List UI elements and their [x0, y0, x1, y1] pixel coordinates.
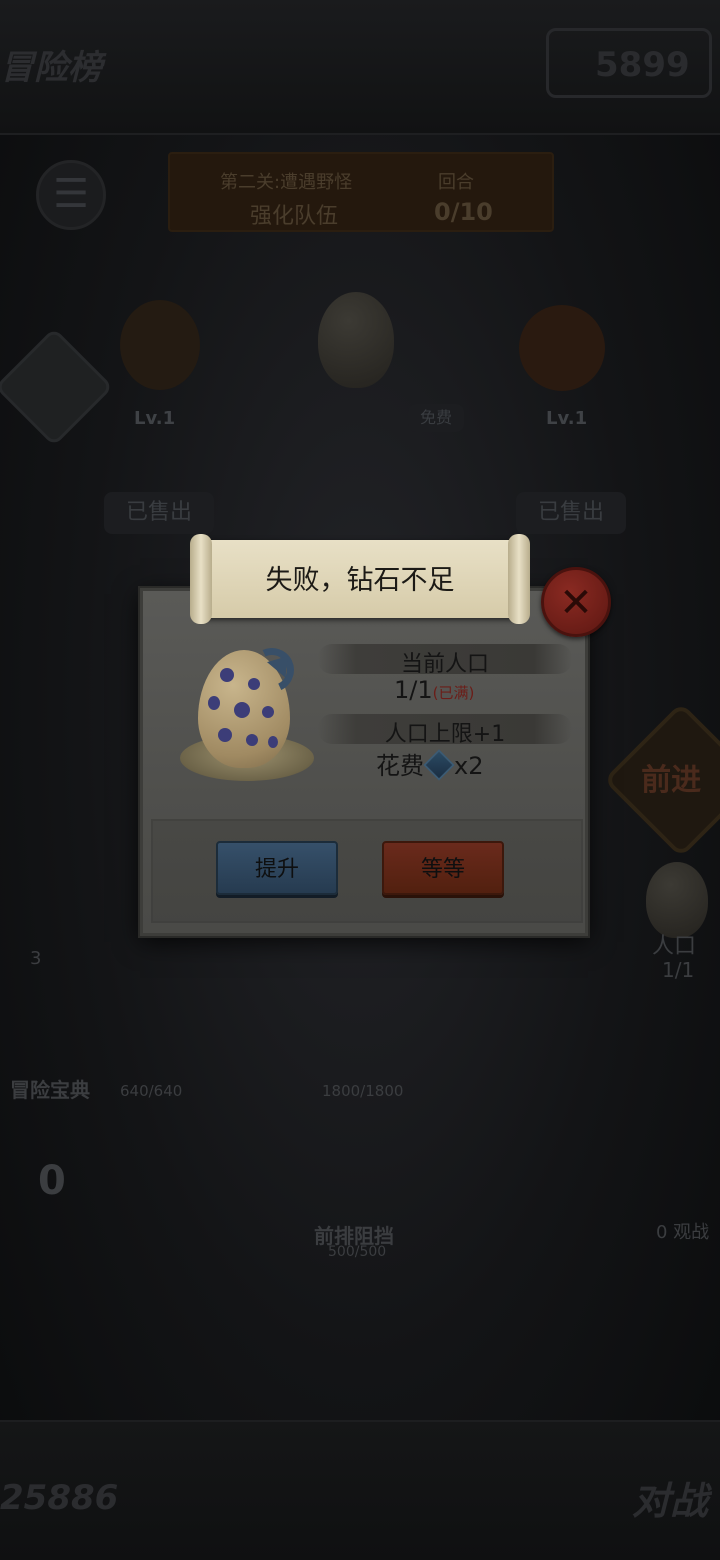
cost-row: 花费 x2	[376, 746, 483, 781]
sold-right-badge: 已售出	[516, 492, 626, 534]
stage-task: 强化队伍	[250, 204, 339, 229]
bottom-left-value[interactable]: 25886	[0, 1478, 118, 1518]
population-value: 1/1	[662, 958, 695, 982]
shop-slot-armor[interactable]	[110, 300, 210, 400]
slot-right-level: Lv.1	[546, 408, 588, 429]
upgrade-button[interactable]: 提升	[216, 841, 338, 895]
cost-amount: x2	[454, 752, 484, 780]
close-button[interactable]: ✕	[541, 567, 611, 637]
top-bar: 冒险榜 5899	[0, 0, 720, 135]
wait-button[interactable]: 等等	[382, 841, 504, 895]
dialog-title-scroll: 失败，钻石不足	[190, 534, 530, 624]
unit2-hp: 1800/1800	[322, 1082, 404, 1100]
upgrade-label: 人口上限+1	[384, 722, 506, 747]
currency-counter[interactable]: 5899	[546, 28, 712, 98]
shop-slot-scroll[interactable]	[512, 305, 612, 405]
chat-icon[interactable]	[0, 327, 114, 447]
stage-title: 第二关:遭遇野怪	[220, 172, 353, 193]
sold-left-badge: 已售出	[104, 492, 214, 534]
stage-banner: 第二关:遭遇野怪 强化队伍 回合 0/10	[168, 152, 554, 232]
close-icon: ✕	[559, 580, 593, 626]
slot-left-level: Lv.1	[134, 408, 176, 429]
apple-count: 3	[30, 948, 42, 969]
dialog-title: 失败，钻石不足	[265, 565, 455, 596]
current-population-value: 1/1	[394, 676, 433, 704]
population-egg-icon	[646, 862, 708, 938]
current-population-row: 1/1(已满)	[394, 676, 474, 704]
bottom-right-label[interactable]: 对战	[632, 1470, 708, 1525]
spectate-label[interactable]: 0 观战	[656, 1218, 709, 1244]
front-block-hp: 500/500	[328, 1244, 387, 1260]
forward-label: 前进	[641, 763, 702, 799]
round-value: 0/10	[434, 198, 493, 226]
cost-label: 花费	[376, 752, 424, 780]
forward-button[interactable]: 前进	[603, 702, 720, 858]
egg-icon[interactable]	[318, 292, 394, 388]
population-full-tag: (已满)	[432, 684, 475, 702]
currency-value: 5899	[595, 45, 690, 85]
top-left-label[interactable]: 冒险榜	[0, 40, 102, 89]
diamond-icon	[423, 749, 455, 781]
bag-count[interactable]: 0	[38, 1158, 66, 1204]
current-population-label: 当前人口	[400, 652, 489, 677]
guide-label[interactable]: 冒险宝典	[10, 1074, 90, 1103]
armor-icon	[120, 300, 200, 390]
menu-icon[interactable]: ☰	[36, 160, 106, 230]
unit1-hp: 640/640	[120, 1082, 183, 1100]
round-label: 回合	[438, 172, 474, 193]
population-label: 人口	[652, 934, 697, 959]
slot-center-price: 免费	[408, 404, 464, 432]
scroll-icon	[519, 305, 605, 391]
